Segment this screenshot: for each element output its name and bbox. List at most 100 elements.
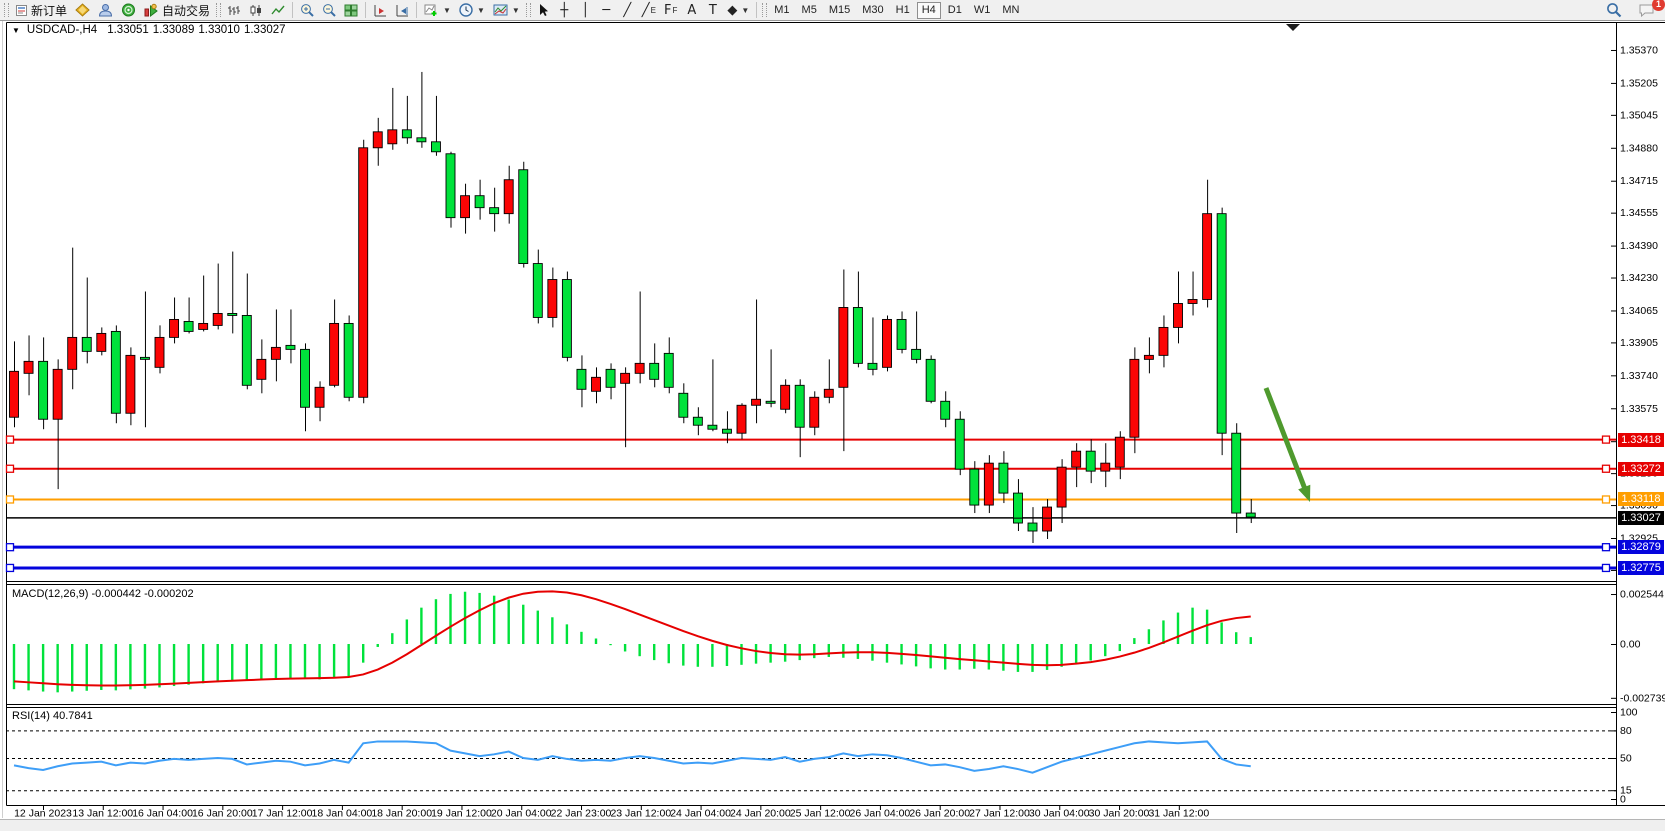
chart-canvas[interactable]: 1.353701.352051.350451.348801.347151.345… xyxy=(0,0,1665,831)
timeframe-m1-button[interactable]: M1 xyxy=(769,2,794,19)
zoom-in-button[interactable] xyxy=(296,1,318,20)
toolbar-grip[interactable] xyxy=(762,3,767,17)
svg-text:1.34880: 1.34880 xyxy=(1620,142,1658,154)
macd-panel: 0.0025440.00-0.002739 xyxy=(13,589,1665,705)
signals-button[interactable] xyxy=(117,1,140,20)
arrows-tool[interactable]: ◆▼ xyxy=(723,1,753,20)
history-button[interactable] xyxy=(71,1,94,20)
svg-text:30 Jan 20:00: 30 Jan 20:00 xyxy=(1089,808,1150,820)
search-button[interactable] xyxy=(1602,1,1626,20)
time-axis[interactable]: 12 Jan 202313 Jan 12:0016 Jan 04:0016 Ja… xyxy=(14,805,1209,820)
chart-header: ▼ USDCAD-,H4 1.33051 1.33089 1.33010 1.3… xyxy=(12,24,286,36)
auto-scroll-button[interactable] xyxy=(391,1,413,20)
svg-text:1.33905: 1.33905 xyxy=(1620,337,1658,349)
dropdown-caret-icon: ▼ xyxy=(443,6,451,15)
templates-button[interactable]: ▼ xyxy=(489,1,524,20)
timeframe-m5-button[interactable]: M5 xyxy=(797,2,822,19)
tile-windows-button[interactable] xyxy=(340,1,362,20)
hline-handle[interactable] xyxy=(7,564,14,571)
svg-text:12 Jan 2023: 12 Jan 2023 xyxy=(14,808,72,820)
hline-handle[interactable] xyxy=(7,544,14,551)
price-badge-1.33272: 1.33272 xyxy=(1618,462,1664,476)
indicators-button[interactable]: ▼ xyxy=(420,1,455,20)
cursor-tool[interactable] xyxy=(533,1,554,20)
svg-text:1.34230: 1.34230 xyxy=(1620,272,1658,284)
notifications-button[interactable]: 1 xyxy=(1634,1,1659,20)
zoom-out-icon xyxy=(322,3,336,17)
timeframe-d1-button[interactable]: D1 xyxy=(943,2,967,19)
svg-text:1.34715: 1.34715 xyxy=(1620,175,1658,187)
bar-chart-button[interactable] xyxy=(223,1,245,20)
rsi-line xyxy=(14,741,1251,772)
macd-signal-line xyxy=(14,591,1251,685)
timeframe-m15-button[interactable]: M15 xyxy=(824,2,855,19)
main-toolbar: 新订单 自动交易 xyxy=(0,0,1665,21)
svg-text:24 Jan 04:00: 24 Jan 04:00 xyxy=(670,808,731,820)
vertical-line-tool[interactable]: │ xyxy=(575,1,596,20)
auto-trading-label: 自动交易 xyxy=(162,2,210,19)
auto-trading-button[interactable]: 自动交易 xyxy=(140,1,214,20)
toolbar-separator xyxy=(756,2,757,18)
hline-handle[interactable] xyxy=(7,436,14,443)
hline-handle[interactable] xyxy=(1603,465,1610,472)
window-bottom-edge xyxy=(0,819,1665,831)
fibonacci-tool[interactable]: FF xyxy=(660,1,681,20)
periods-button[interactable]: ▼ xyxy=(455,1,489,20)
price-high: 1.33089 xyxy=(153,24,195,36)
timeframe-h1-button[interactable]: H1 xyxy=(891,2,915,19)
profile-button[interactable] xyxy=(94,1,117,20)
line-chart-button[interactable] xyxy=(267,1,289,20)
toolbar-grip[interactable] xyxy=(216,3,221,17)
timeframe-mn-button[interactable]: MN xyxy=(997,2,1024,19)
horizontal-line-tool[interactable]: ─ xyxy=(596,1,617,20)
timeframe-h4-button[interactable]: H4 xyxy=(917,2,941,19)
crosshair-tool[interactable]: ┼ xyxy=(554,1,575,20)
svg-text:1.34065: 1.34065 xyxy=(1620,305,1658,317)
auto-scroll-icon xyxy=(395,4,409,17)
trendline-tool-icon: ╱ xyxy=(623,4,631,17)
symbol-expander-icon[interactable]: ▼ xyxy=(12,26,20,35)
svg-text:19 Jan 12:00: 19 Jan 12:00 xyxy=(431,808,492,820)
price-close: 1.33027 xyxy=(244,24,286,36)
unread-count-badge: 1 xyxy=(1652,0,1665,11)
zoom-in-icon xyxy=(300,3,314,17)
chart-shift-marker-icon[interactable] xyxy=(1286,24,1300,31)
text-tool[interactable]: A xyxy=(681,1,702,20)
svg-text:25 Jan 12:00: 25 Jan 12:00 xyxy=(790,808,851,820)
timeframe-m30-button[interactable]: M30 xyxy=(857,2,888,19)
svg-text:13 Jan 12:00: 13 Jan 12:00 xyxy=(72,808,133,820)
svg-text:1.33740: 1.33740 xyxy=(1620,370,1658,382)
new-order-button[interactable]: 新订单 xyxy=(11,1,71,20)
crosshair-tool-icon: ┼ xyxy=(560,4,568,17)
price-open: 1.33051 xyxy=(107,24,149,36)
svg-text:100: 100 xyxy=(1620,707,1638,719)
auto-trading-icon xyxy=(144,3,159,17)
trendline-tool[interactable]: ╱ xyxy=(617,1,638,20)
zoom-out-button[interactable] xyxy=(318,1,340,20)
horizontal-lines-layer[interactable] xyxy=(6,436,1616,571)
price-badge-1.33118: 1.33118 xyxy=(1618,492,1664,506)
equidistant-channel-tool[interactable]: ╱E xyxy=(638,1,660,20)
macd-label: MACD(12,26,9) -0.000442 -0.000202 xyxy=(12,588,194,600)
bar-chart-icon xyxy=(227,4,241,17)
svg-text:31 Jan 12:00: 31 Jan 12:00 xyxy=(1148,808,1209,820)
hline-handle[interactable] xyxy=(7,465,14,472)
timeframe-w1-button[interactable]: W1 xyxy=(969,2,996,19)
candlestick-chart-button[interactable] xyxy=(245,1,267,20)
hline-handle[interactable] xyxy=(1603,544,1610,551)
fibonacci-tool-icon: F xyxy=(664,4,671,17)
toolbar-grip[interactable] xyxy=(526,3,531,17)
drawing-tools-group: ┼ │─ ╱ ╱EFFAT◆▼ xyxy=(554,1,753,20)
price-badge-1.32879: 1.32879 xyxy=(1618,540,1664,554)
hline-handle[interactable] xyxy=(1603,436,1610,443)
hline-handle[interactable] xyxy=(7,496,14,503)
hline-handle[interactable] xyxy=(1603,496,1610,503)
text-label-tool[interactable]: T xyxy=(702,1,723,20)
hline-handle[interactable] xyxy=(1603,564,1610,571)
dropdown-caret-icon: ▼ xyxy=(512,6,520,15)
svg-text:0.002544: 0.002544 xyxy=(1620,589,1664,601)
chart-shift-button[interactable] xyxy=(369,1,391,20)
rsi-panel: 1008050150 xyxy=(6,707,1638,806)
toolbar-grip[interactable] xyxy=(4,3,9,17)
arrows-tool-icon: ◆ xyxy=(727,4,737,17)
